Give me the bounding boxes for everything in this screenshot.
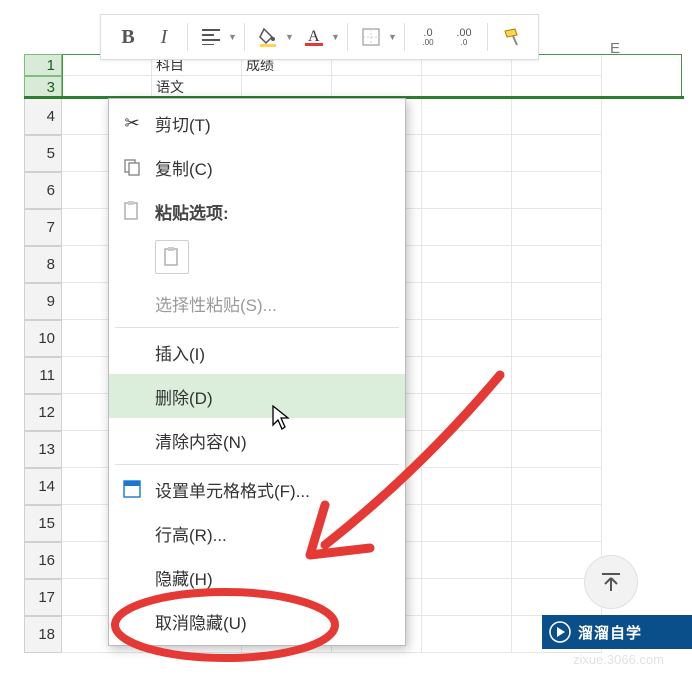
row-header[interactable]: 10 [24,320,62,357]
context-menu: ✂ 剪切(T) 复制(C) 粘贴选项: 选择性粘贴(S)... 插入(I) 删除… [108,98,406,646]
ctx-paste-options-header: 粘贴选项: [109,189,405,233]
ctx-cut[interactable]: ✂ 剪切(T) [109,101,405,145]
row-header[interactable]: 4 [24,98,62,135]
row-header[interactable]: 17 [24,579,62,616]
cell[interactable] [62,76,152,98]
svg-text:A: A [308,28,320,45]
font-color-button[interactable]: A [297,20,331,54]
brand-badge: 溜溜自学 [542,615,692,649]
borders-button[interactable] [354,20,388,54]
increase-decimal-button[interactable]: .0.00 [411,20,445,54]
cell[interactable] [422,76,512,98]
paste-icon [109,201,155,221]
fill-color-button[interactable] [251,20,285,54]
row-header[interactable]: 16 [24,542,62,579]
brand-subtext: zixue.3066.com [573,652,664,667]
formatting-toolbar: B I ▼ ▼ A ▼ ▼ .0.00 .00.0 [100,14,539,60]
cell[interactable]: 语文 [152,76,242,98]
ctx-unhide[interactable]: 取消隐藏(U) [109,599,405,643]
fill-color-dropdown[interactable]: ▼ [285,32,295,42]
ctx-separator [115,327,399,328]
row-header[interactable]: 18 [24,616,62,653]
cell[interactable] [242,76,332,98]
ctx-separator [115,464,399,465]
ctx-insert[interactable]: 插入(I) [109,330,405,374]
ctx-row-height[interactable]: 行高(R)... [109,511,405,555]
ctx-hide[interactable]: 隐藏(H) [109,555,405,599]
cell[interactable] [332,76,422,98]
row-header[interactable]: 13 [24,431,62,468]
ctx-delete[interactable]: 删除(D) [109,374,405,418]
ctx-paste-default[interactable] [109,233,405,281]
cell[interactable] [512,76,602,98]
row-header[interactable]: 6 [24,172,62,209]
decrease-decimal-button[interactable]: .00.0 [447,20,481,54]
scroll-top-button[interactable] [584,555,638,609]
row-header[interactable]: 15 [24,505,62,542]
font-color-dropdown[interactable]: ▼ [331,32,341,42]
align-dropdown[interactable]: ▼ [228,32,238,42]
row-header[interactable]: 14 [24,468,62,505]
italic-button[interactable]: I [147,20,181,54]
play-icon [546,618,574,646]
row-header[interactable]: 8 [24,246,62,283]
row-header[interactable]: 9 [24,283,62,320]
borders-dropdown[interactable]: ▼ [388,32,398,42]
format-painter-button[interactable] [494,20,528,54]
clipboard-icon [155,240,189,274]
copy-icon [109,158,155,176]
arrow-up-icon [598,569,624,595]
row-header[interactable]: 5 [24,135,62,172]
row-header[interactable]: 7 [24,209,62,246]
cut-icon: ✂ [109,113,155,134]
ctx-clear-contents[interactable]: 清除内容(N) [109,418,405,462]
row-header[interactable]: 12 [24,394,62,431]
row-header[interactable]: 11 [24,357,62,394]
row-header-1[interactable]: 1 [24,54,62,76]
ctx-format-cells[interactable]: 设置单元格格式(F)... [109,467,405,511]
row-header-3[interactable]: 3 [24,76,62,98]
format-cells-icon [109,480,155,498]
align-button[interactable] [194,20,228,54]
ctx-copy[interactable]: 复制(C) [109,145,405,189]
brand-text: 溜溜自学 [578,622,642,643]
bold-button[interactable]: B [111,20,145,54]
ctx-paste-special: 选择性粘贴(S)... [109,281,405,325]
